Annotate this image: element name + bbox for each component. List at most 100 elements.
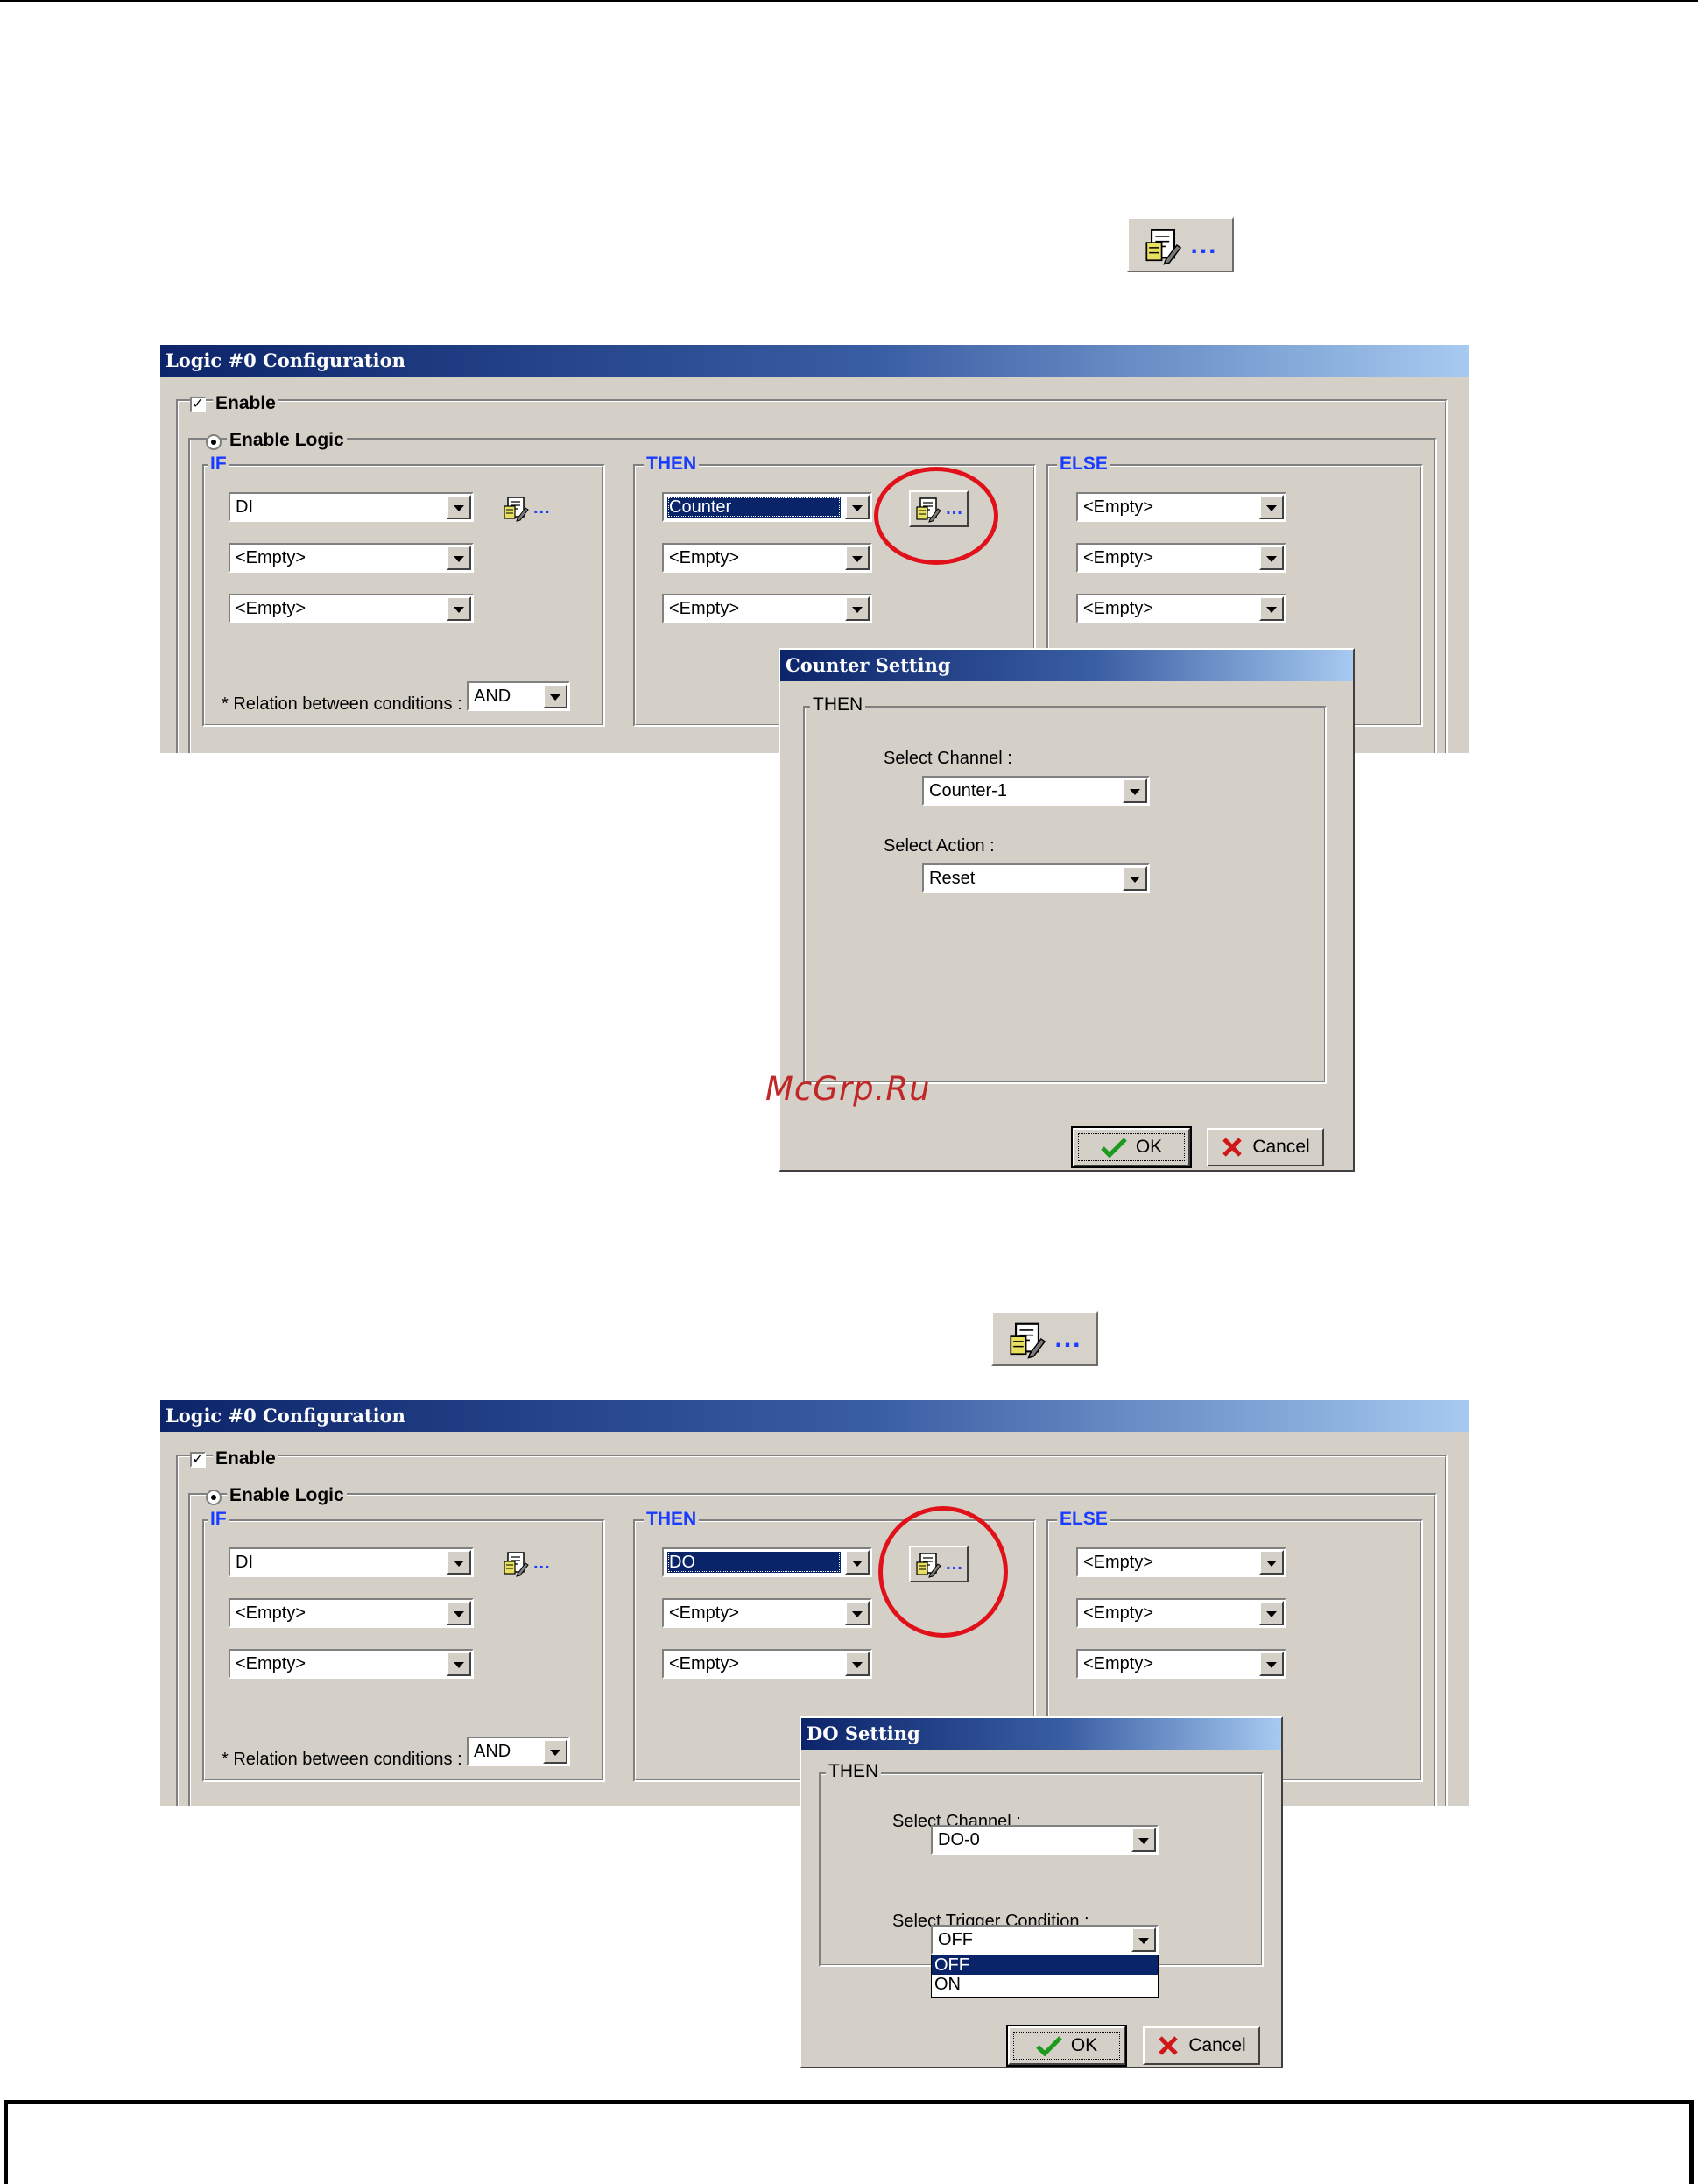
if-label: IF (208, 1509, 229, 1530)
logic-settings-button[interactable]: ... (991, 1311, 1098, 1366)
then-group (803, 706, 1327, 1084)
dots-label: ... (1054, 1323, 1082, 1353)
relation-select[interactable]: AND (467, 681, 570, 711)
if-condition-1-select[interactable]: DI (229, 1547, 474, 1577)
top-rule (0, 0, 1698, 2)
ok-button[interactable]: OK (1071, 1126, 1192, 1168)
enable-logic-label: Enable Logic (227, 1485, 347, 1506)
select-action-label: Select Action : (884, 836, 995, 856)
if-label: IF (208, 454, 229, 475)
chevron-down-icon[interactable] (447, 495, 471, 519)
select-channel-label: Select Channel : (884, 749, 1012, 768)
enable-logic-radio[interactable] (206, 434, 222, 450)
if-condition-2-select[interactable]: <Empty> (229, 543, 474, 573)
then-label: THEN (644, 454, 700, 475)
logic-settings-button[interactable]: ... (1127, 217, 1234, 272)
green-check-icon (1101, 1138, 1127, 1158)
chevron-down-icon[interactable] (543, 684, 567, 708)
chevron-down-icon[interactable] (845, 546, 870, 570)
ok-button[interactable]: OK (1006, 2025, 1127, 2067)
enable-checkbox[interactable]: ✓ (190, 1452, 206, 1468)
highlight-circle (878, 1506, 1008, 1638)
list-item[interactable]: OFF (932, 1955, 1158, 1975)
if-settings-button[interactable]: ... (502, 494, 551, 522)
then-label: THEN (810, 694, 866, 715)
chevron-down-icon[interactable] (845, 495, 870, 519)
dots-label: ... (1190, 229, 1218, 259)
chevron-down-icon[interactable] (845, 1601, 870, 1625)
chevron-down-icon[interactable] (1123, 778, 1147, 803)
document-edit-icon (502, 494, 530, 522)
chevron-down-icon[interactable] (1123, 866, 1147, 891)
watermark: McGrp.Ru (765, 1070, 931, 1108)
else-action-3-select[interactable]: <Empty> (1076, 594, 1286, 623)
chevron-down-icon[interactable] (1259, 596, 1284, 621)
if-condition-3-select[interactable]: <Empty> (229, 1649, 474, 1679)
if-condition-1-select[interactable]: DI (229, 492, 474, 522)
else-label: ELSE (1057, 454, 1110, 475)
chevron-down-icon[interactable] (447, 546, 471, 570)
then-label: THEN (826, 1761, 882, 1782)
then-action-2-select[interactable]: <Empty> (662, 543, 872, 573)
if-settings-button[interactable]: ... (502, 1549, 551, 1577)
action-select[interactable]: Reset (922, 863, 1150, 893)
green-check-icon (1036, 2036, 1062, 2056)
chevron-down-icon[interactable] (447, 1601, 471, 1625)
chevron-down-icon[interactable] (845, 1550, 870, 1575)
else-action-1-select[interactable]: <Empty> (1076, 492, 1286, 522)
chevron-down-icon[interactable] (1131, 1927, 1156, 1952)
red-x-icon (1222, 1138, 1243, 1157)
relation-select[interactable]: AND (467, 1737, 570, 1766)
window-title: Logic #0 Configuration (160, 345, 1469, 377)
window-title: DO Setting (801, 1718, 1281, 1750)
document-edit-icon (1143, 225, 1183, 265)
footer-frame (4, 2100, 1694, 2184)
then-action-3-select[interactable]: <Empty> (662, 1649, 872, 1679)
trigger-options-list[interactable]: OFF ON (931, 1955, 1159, 1998)
chevron-down-icon[interactable] (1131, 1828, 1156, 1852)
else-action-2-select[interactable]: <Empty> (1076, 1598, 1286, 1628)
window-title: Counter Setting (780, 650, 1353, 681)
chevron-down-icon[interactable] (447, 596, 471, 621)
enable-logic-label: Enable Logic (227, 430, 347, 451)
enable-label: Enable (213, 393, 278, 414)
trigger-select[interactable]: OFF (931, 1925, 1159, 1955)
red-x-icon (1159, 2036, 1179, 2055)
chevron-down-icon[interactable] (845, 1652, 870, 1676)
chevron-down-icon[interactable] (447, 1652, 471, 1676)
window-title: Logic #0 Configuration (160, 1400, 1469, 1432)
then-action-1-select[interactable]: Counter (662, 492, 872, 522)
else-action-3-select[interactable]: <Empty> (1076, 1649, 1286, 1679)
then-label: THEN (644, 1509, 700, 1530)
highlight-circle (874, 467, 998, 565)
else-action-2-select[interactable]: <Empty> (1076, 543, 1286, 573)
relation-label: * Relation between conditions : (222, 1750, 462, 1769)
chevron-down-icon[interactable] (1259, 1652, 1284, 1676)
else-action-1-select[interactable]: <Empty> (1076, 1547, 1286, 1577)
chevron-down-icon[interactable] (1259, 495, 1284, 519)
chevron-down-icon[interactable] (845, 596, 870, 621)
document-edit-icon (1007, 1319, 1047, 1359)
document-edit-icon (502, 1549, 530, 1577)
cancel-button[interactable]: Cancel (1207, 1128, 1324, 1166)
enable-checkbox[interactable]: ✓ (190, 397, 206, 412)
then-action-3-select[interactable]: <Empty> (662, 594, 872, 623)
list-item[interactable]: ON (932, 1975, 1158, 1994)
else-label: ELSE (1057, 1509, 1110, 1530)
if-condition-2-select[interactable]: <Empty> (229, 1598, 474, 1628)
enable-logic-radio[interactable] (206, 1490, 222, 1505)
do-setting-window: DO Setting THEN Select Channel : DO-0 Se… (800, 1716, 1283, 2068)
channel-select[interactable]: Counter-1 (922, 776, 1150, 806)
then-action-2-select[interactable]: <Empty> (662, 1598, 872, 1628)
chevron-down-icon[interactable] (1259, 546, 1284, 570)
channel-select[interactable]: DO-0 (931, 1825, 1159, 1855)
chevron-down-icon[interactable] (1259, 1601, 1284, 1625)
then-action-1-select[interactable]: DO (662, 1547, 872, 1577)
chevron-down-icon[interactable] (543, 1739, 567, 1764)
enable-label: Enable (213, 1448, 278, 1469)
chevron-down-icon[interactable] (1259, 1550, 1284, 1575)
chevron-down-icon[interactable] (447, 1550, 471, 1575)
relation-label: * Relation between conditions : (222, 694, 462, 714)
cancel-button[interactable]: Cancel (1143, 2026, 1260, 2065)
if-condition-3-select[interactable]: <Empty> (229, 594, 474, 623)
